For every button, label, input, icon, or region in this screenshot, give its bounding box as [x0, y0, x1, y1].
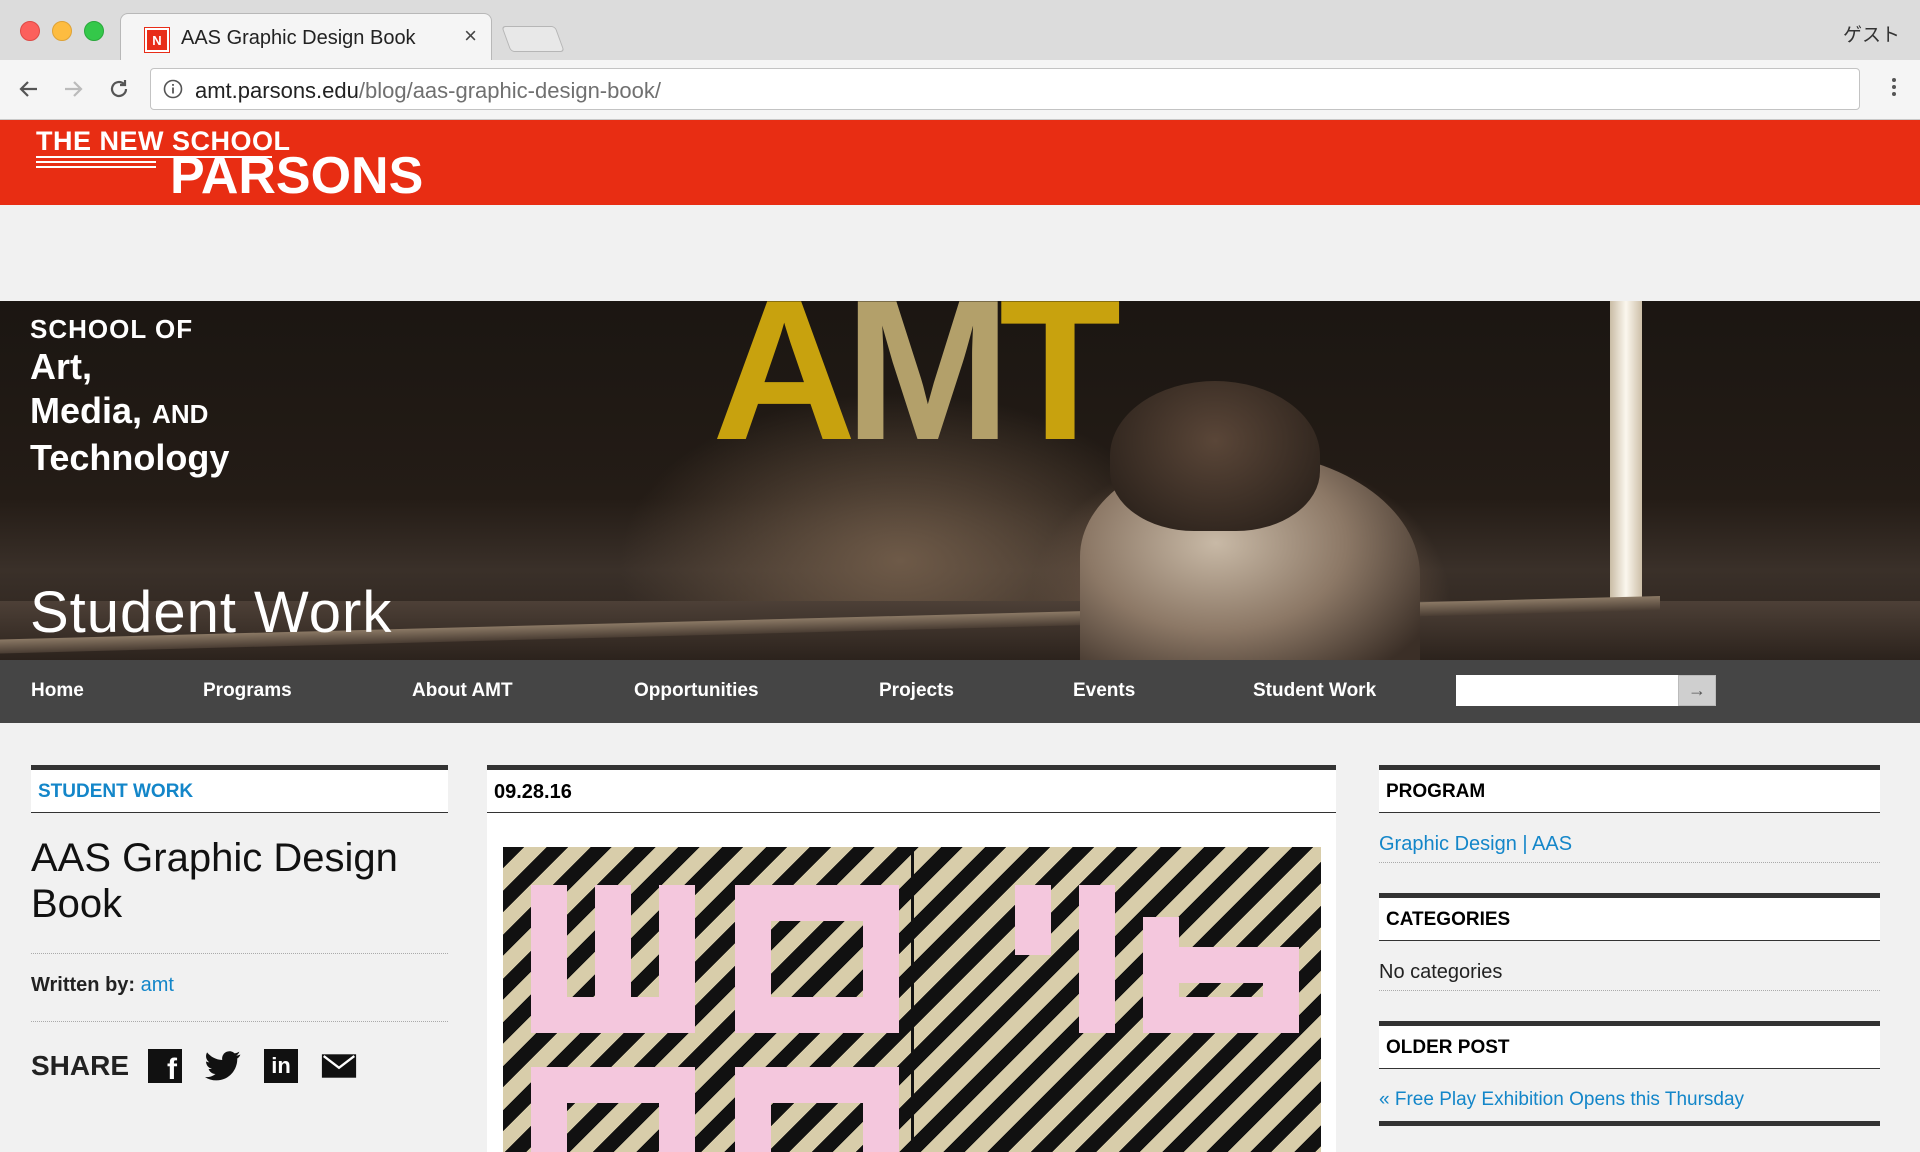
close-window-button[interactable] [20, 21, 40, 41]
school-of-label: SCHOOL OF [30, 314, 194, 344]
nav-projects[interactable]: Projects [879, 680, 954, 702]
address-bar[interactable]: amt.parsons.edu/blog/aas-graphic-design-… [150, 68, 1860, 110]
school-media: Media, AND [30, 390, 209, 431]
post-title: AAS Graphic Design Book [31, 836, 398, 926]
web-page: THE NEW SCHOOL PARSONS AMT SCHOOL OF Art… [0, 120, 1920, 1152]
profile-label[interactable]: ゲスト [1843, 20, 1900, 47]
search-submit-button[interactable]: → [1678, 675, 1716, 706]
category-link[interactable]: STUDENT WORK [38, 781, 193, 802]
program-link[interactable]: Graphic Design | AAS [1379, 833, 1880, 863]
category-box: STUDENT WORK [31, 765, 448, 813]
program-heading: PROGRAM [1386, 781, 1486, 802]
main-nav: Home Programs About AMT Opportunities Pr… [0, 660, 1920, 723]
email-icon[interactable] [321, 1048, 357, 1084]
site-header: THE NEW SCHOOL PARSONS [0, 120, 1920, 205]
twitter-icon[interactable] [205, 1048, 241, 1084]
older-post-heading-box: OLDER POST [1379, 1021, 1880, 1069]
amt-wordmark: AMT [712, 301, 1121, 482]
hero-banner: AMT SCHOOL OF Art, Media, AND Technology… [0, 301, 1920, 660]
school-art: Art, [30, 346, 92, 387]
nav-events[interactable]: Events [1073, 680, 1135, 702]
url-host: amt.parsons.edu [195, 78, 359, 103]
older-post-heading: OLDER POST [1386, 1037, 1510, 1058]
post-meta-column: STUDENT WORK AAS Graphic Design Book Wri… [31, 765, 448, 1086]
post-featured-image[interactable] [503, 847, 1321, 1152]
post-date-box: 09.28.16 [487, 765, 1336, 813]
post-content-column: 09.28.16 [487, 765, 1336, 1152]
linkedin-icon[interactable]: in [263, 1048, 299, 1084]
program-heading-box: PROGRAM [1379, 765, 1880, 813]
hero-window-light [1610, 301, 1642, 601]
school-name: SCHOOL OF Art, Media, AND Technology [30, 313, 229, 480]
nav-student-work[interactable]: Student Work [1253, 680, 1376, 702]
minimize-window-button[interactable] [52, 21, 72, 41]
tab-title: AAS Graphic Design Book [181, 27, 416, 49]
browser-tab-active[interactable]: N AAS Graphic Design Book × [120, 13, 492, 60]
url-text[interactable]: amt.parsons.edu/blog/aas-graphic-design-… [195, 78, 661, 104]
share-row: SHARE f in [31, 1046, 448, 1086]
info-icon[interactable] [163, 79, 183, 99]
nav-opportunities[interactable]: Opportunities [634, 680, 759, 702]
share-label: SHARE [31, 1050, 130, 1081]
facebook-icon[interactable]: f [147, 1048, 183, 1086]
url-path: /blog/aas-graphic-design-book/ [358, 78, 661, 103]
browser-menu-icon[interactable] [1890, 75, 1898, 105]
back-arrow-icon[interactable] [14, 74, 44, 104]
categories-text: No categories [1379, 961, 1880, 991]
forward-arrow-icon[interactable] [58, 74, 88, 104]
browser-toolbar: amt.parsons.edu/blog/aas-graphic-design-… [0, 60, 1920, 120]
sidebar: PROGRAM Graphic Design | AAS CATEGORIES … [1379, 765, 1880, 1126]
hero-section-title: Student Work [30, 580, 393, 645]
school-technology: Technology [30, 437, 230, 478]
tab-close-icon[interactable]: × [464, 25, 477, 47]
new-school-favicon-icon: N [144, 27, 170, 53]
zoom-window-button[interactable] [84, 21, 104, 41]
reload-icon[interactable] [104, 74, 134, 104]
nav-about-amt[interactable]: About AMT [412, 680, 513, 702]
post-body [487, 813, 1336, 1152]
nav-programs[interactable]: Programs [203, 680, 292, 702]
logo-parsons[interactable]: PARSONS [170, 148, 423, 204]
search-input[interactable] [1456, 675, 1678, 706]
older-post-link[interactable]: « Free Play Exhibition Opens this Thursd… [1379, 1089, 1880, 1126]
post-date: 09.28.16 [494, 781, 572, 803]
author-link[interactable]: amt [141, 974, 174, 996]
nav-home[interactable]: Home [31, 680, 84, 702]
categories-heading-box: CATEGORIES [1379, 893, 1880, 941]
new-tab-button[interactable] [501, 26, 565, 52]
categories-heading: CATEGORIES [1386, 909, 1511, 930]
browser-tab-bar: N AAS Graphic Design Book × ゲスト [0, 0, 1920, 60]
written-by: Written by: amt [31, 974, 174, 996]
poster-lettering [531, 885, 1299, 1152]
